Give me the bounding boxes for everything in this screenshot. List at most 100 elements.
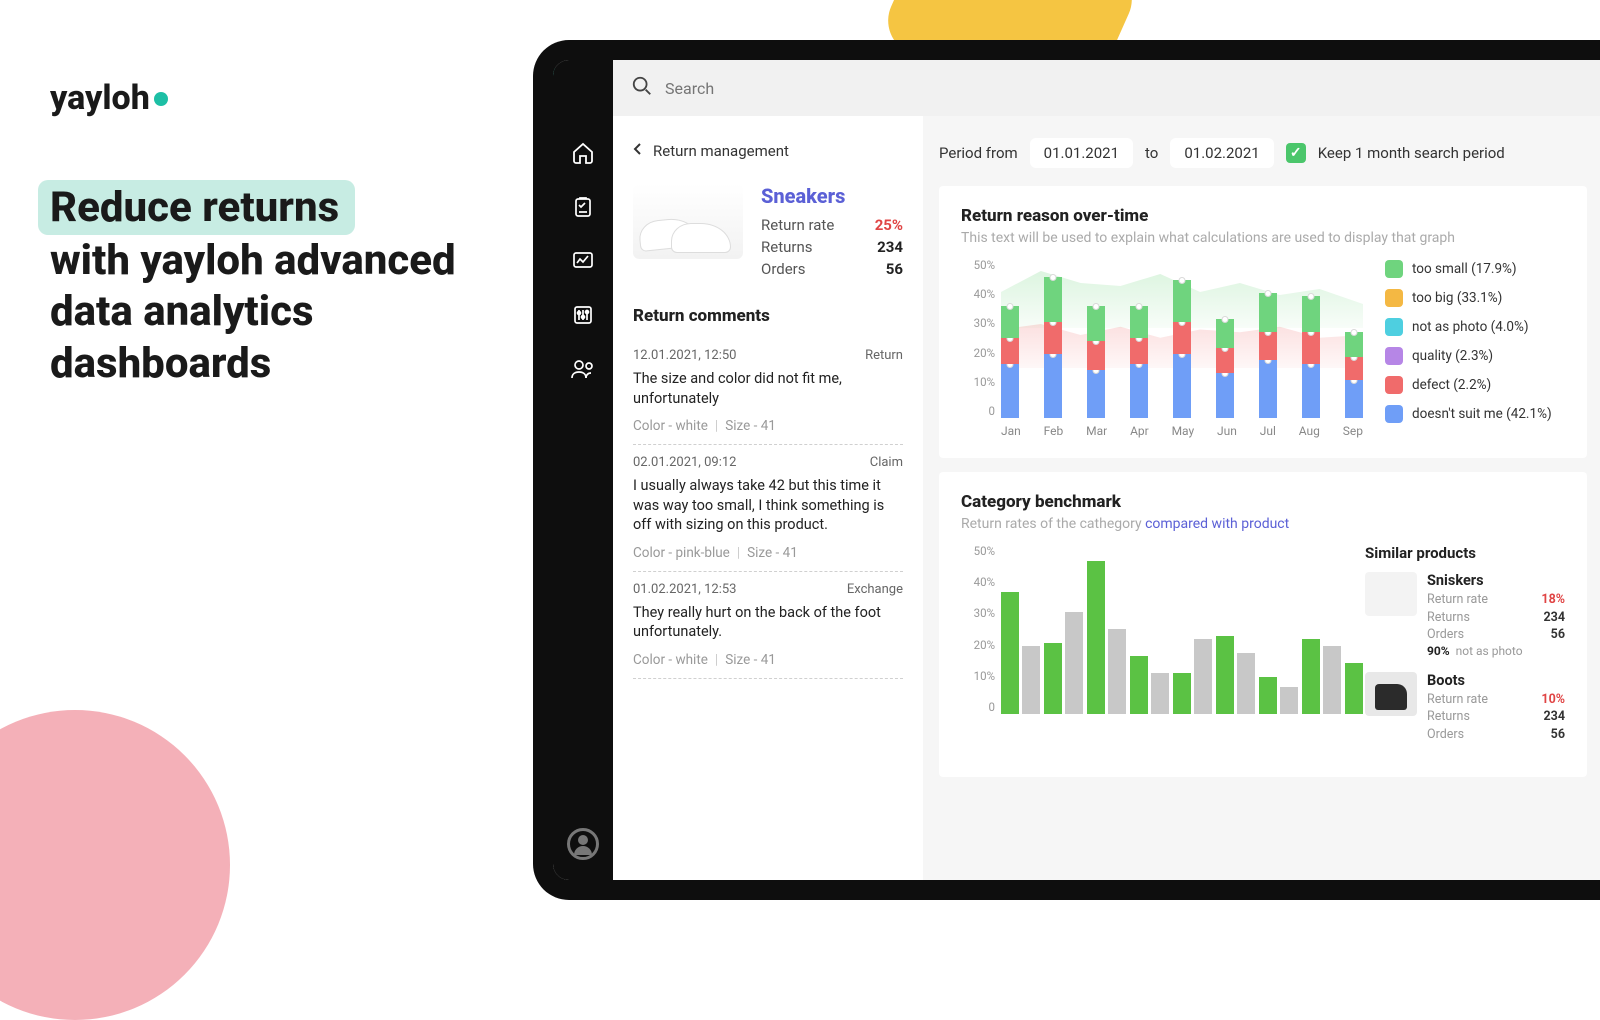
legend-item[interactable]: too big (33.1%) — [1385, 289, 1565, 307]
bench-bar-pair — [1302, 639, 1341, 714]
return-reason-card: Return reason over-time This text will b… — [939, 186, 1587, 458]
clipboard-icon[interactable] — [570, 194, 596, 220]
legend-item[interactable]: too small (17.9%) — [1385, 260, 1565, 278]
legend-label: too big (33.1%) — [1412, 290, 1502, 306]
stacked-bar — [1130, 306, 1148, 418]
legend-item[interactable]: quality (2.3%) — [1385, 347, 1565, 365]
legend-swatch — [1385, 405, 1403, 423]
legend-item[interactable]: not as photo (4.0%) — [1385, 318, 1565, 336]
comments-list: 12.01.2021, 12:50 Return The size and colo… — [633, 338, 903, 679]
legend-label: too small (17.9%) — [1412, 261, 1517, 277]
legend-swatch — [1385, 289, 1403, 307]
comment-item[interactable]: 01.02.2021, 12:53ExchangeThey really hur… — [633, 572, 903, 679]
legend-item[interactable]: doesn't suit me (42.1%) — [1385, 405, 1565, 423]
returns-value: 234 — [877, 238, 903, 256]
decor-pink — [0, 710, 230, 1020]
period-from-label: Period from — [939, 144, 1018, 162]
users-icon[interactable] — [570, 356, 596, 382]
comment-body: I usually always take 42 but this time i… — [633, 476, 903, 535]
legend-label: doesn't suit me (42.1%) — [1412, 406, 1552, 422]
analytics-icon[interactable] — [570, 248, 596, 274]
similar-product[interactable]: SniskersReturn rate18%Returns234Orders56… — [1365, 572, 1565, 658]
product-image — [633, 184, 743, 259]
legend-swatch — [1385, 260, 1403, 278]
headline-highlight: Reduce returns — [38, 180, 355, 235]
similar-product[interactable]: BootsReturn rate10%Returns234Orders56 — [1365, 672, 1565, 744]
keep-period-checkbox[interactable]: ✓ — [1286, 143, 1306, 163]
search-input[interactable] — [665, 79, 965, 98]
comment-item[interactable]: 02.01.2021, 09:12ClaimI usually always t… — [633, 445, 903, 572]
settings-sliders-icon[interactable] — [570, 302, 596, 328]
bench-bar-pair — [1216, 636, 1255, 714]
comment-type: Claim — [870, 455, 903, 470]
topbar — [613, 60, 1600, 116]
legend-label: quality (2.3%) — [1412, 348, 1493, 364]
return-rate-value: 25% — [875, 216, 903, 234]
chart2-yaxis: 50%40%30%20%10%0 — [961, 544, 995, 714]
period-filter: Period from 01.01.2021 to 01.02.2021 ✓ K… — [939, 138, 1587, 168]
product-name: Sneakers — [761, 184, 903, 208]
similar-img — [1365, 572, 1417, 616]
headline-rest: with yayloh advanced data analytics dash… — [50, 236, 456, 387]
legend-label: not as photo (4.0%) — [1412, 319, 1529, 335]
orders-label: Orders — [761, 260, 806, 278]
stacked-bar — [1173, 280, 1191, 418]
comment-meta: Color - white|Size - 41 — [633, 652, 903, 668]
benchmark-title: Category benchmark — [961, 492, 1565, 512]
date-to-input[interactable]: 01.02.2021 — [1170, 138, 1273, 168]
sidebar — [553, 60, 613, 880]
bench-bar-pair — [1044, 612, 1083, 714]
bench-bar-pair — [1087, 561, 1126, 714]
left-pane: Return management Sneakers Return rate25… — [613, 116, 923, 880]
stacked-bar — [1259, 293, 1277, 418]
stacked-bar — [1087, 306, 1105, 418]
comment-item[interactable]: 12.01.2021, 12:50 Return The size and colo… — [633, 338, 903, 445]
bench-bar-pair — [1001, 592, 1040, 714]
legend-item[interactable]: defect (2.2%) — [1385, 376, 1565, 394]
comment-type: Exchange — [847, 582, 903, 597]
stacked-chart: 50%40%30%20%10%0 JanFebMarAprMayJunJulAu… — [961, 258, 1363, 438]
returns-label: Returns — [761, 238, 812, 256]
brand-dot-icon — [154, 92, 168, 106]
chart2-bars — [1001, 544, 1341, 714]
bench-bar-pair — [1130, 656, 1169, 714]
stacked-bar — [1302, 296, 1320, 418]
stacked-bar — [1001, 306, 1019, 418]
legend-swatch — [1385, 376, 1403, 394]
stacked-bar — [1216, 319, 1234, 418]
legend-swatch — [1385, 318, 1403, 336]
similar-title: Similar products — [1365, 544, 1565, 562]
brand-text: yayloh — [50, 78, 150, 118]
similar-products: Similar products SniskersReturn rate18%R… — [1365, 544, 1565, 757]
comment-type: Return — [865, 348, 903, 363]
benchmark-chart: 50%40%30%20%10%0 — [961, 544, 1341, 734]
promo-block: yayloh Reduce returns with yayloh advanc… — [50, 78, 530, 389]
orders-value: 56 — [886, 260, 903, 278]
home-icon[interactable] — [570, 140, 596, 166]
stacked-bar — [1345, 332, 1363, 418]
benchmark-card: Category benchmark Return rates of the c… — [939, 472, 1587, 777]
benchmark-subtitle: Return rates of the cathegory compared w… — [961, 516, 1565, 532]
breadcrumb-label: Return management — [653, 142, 789, 160]
chart1-bars — [1001, 258, 1363, 418]
chart1-legend: too small (17.9%) too big (33.1%) not as p… — [1385, 258, 1565, 438]
breadcrumb-back[interactable]: Return management — [633, 142, 903, 160]
comment-body: The size and color did not fit me, unfor… — [633, 369, 903, 408]
promo-headline: Reduce returns with yayloh advanced data… — [50, 180, 530, 389]
right-pane: Period from 01.01.2021 to 01.02.2021 ✓ K… — [923, 116, 1600, 880]
app-frame: Return form Return management Sneakers R… — [533, 40, 1600, 900]
date-from-input[interactable]: 01.01.2021 — [1030, 138, 1133, 168]
similar-img — [1365, 672, 1417, 716]
comment-meta: Color - pink-blue|Size - 41 — [633, 545, 903, 561]
brand-logo: yayloh — [50, 78, 530, 118]
chart1-title: Return reason over-time — [961, 206, 1565, 226]
chevron-left-icon — [633, 142, 643, 160]
comment-date: 12.01.2021, 12:50 — [633, 348, 736, 363]
profile-avatar-icon[interactable] — [567, 828, 599, 860]
chart1-yaxis: 50%40%30%20%10%0 — [961, 258, 995, 418]
search-icon — [631, 75, 653, 101]
comment-body: They really hurt on the back of the foot… — [633, 603, 903, 642]
benchmark-compare-link[interactable]: compared with product — [1145, 516, 1289, 532]
stacked-bar — [1044, 277, 1062, 418]
legend-swatch — [1385, 347, 1403, 365]
